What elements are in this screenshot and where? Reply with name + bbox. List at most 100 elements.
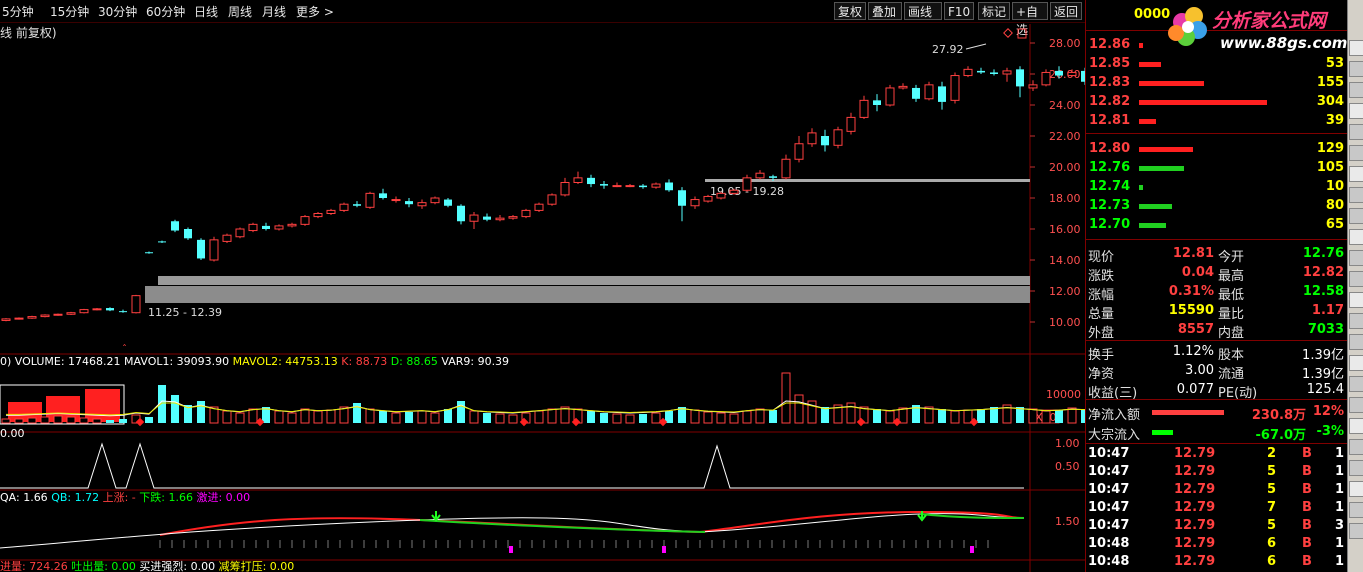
chart-tool-icon[interactable] (1349, 271, 1363, 287)
chart-tool-icon[interactable] (1349, 292, 1363, 308)
volume-bar (417, 410, 427, 424)
chart-tool-icon[interactable] (1349, 40, 1363, 56)
volume-bar (145, 417, 153, 423)
stat-value: 12.82 (1302, 265, 1344, 280)
volume-bar (119, 419, 127, 423)
candle (1016, 66, 1024, 98)
volume-bar (950, 410, 960, 424)
stat-label: 总量 (1088, 307, 1115, 322)
volume-bar (197, 401, 205, 423)
volume-bar (274, 410, 284, 424)
flow-value: 230.8万 (1251, 408, 1306, 423)
toolbar-button-5[interactable]: +自选 (1012, 2, 1048, 37)
timeframe-7[interactable]: 更多 > (296, 3, 334, 20)
bid-bar (1139, 166, 1184, 171)
chart-tool-icon[interactable] (1349, 397, 1363, 413)
toolbar-button-4[interactable]: 标记 (978, 2, 1010, 20)
stat-row: 涨跌 0.04 最高 12.82 (1086, 264, 1348, 284)
toolbar-button-1[interactable]: 叠加 (868, 2, 902, 20)
candle (1, 318, 11, 322)
signal-tick-label: 0.50 (1055, 460, 1080, 473)
bid-bar (1139, 223, 1166, 228)
chart-tool-icon[interactable] (1349, 502, 1363, 518)
volume-bar (769, 410, 777, 423)
chart-tool-icon[interactable] (1349, 355, 1363, 371)
timeframe-4[interactable]: 日线 (194, 3, 218, 20)
trade-volume: 5 (1266, 482, 1276, 497)
timeframe-5[interactable]: 周线 (228, 3, 252, 20)
bid-volume: 129 (1316, 141, 1344, 156)
toolbar-button-6[interactable]: 返回 (1050, 2, 1082, 20)
toolbar-button-2[interactable]: 画线 (904, 2, 942, 20)
volume-bar (587, 411, 595, 423)
bid-volume: 65 (1325, 217, 1344, 232)
chart-tool-icon[interactable] (1349, 481, 1363, 497)
toolbar-button-0[interactable]: 复权 (834, 2, 866, 20)
site-logo: 分析家公式网 www.88gs.com (1168, 7, 1347, 52)
trade-count: 1 (1334, 482, 1344, 497)
y-tick-label: 12.00 (1049, 285, 1081, 298)
candle (742, 174, 752, 192)
chart-tool-icon[interactable] (1349, 61, 1363, 77)
chart-tool-icon[interactable] (1349, 250, 1363, 266)
timeframe-6[interactable]: 月线 (262, 3, 286, 20)
volume-bar (79, 417, 89, 424)
chart-tool-icon[interactable] (1349, 229, 1363, 245)
trade-count: 1 (1334, 446, 1344, 461)
chart-tool-icon[interactable] (1349, 166, 1363, 182)
chart-tool-icon[interactable] (1349, 124, 1363, 140)
candle (326, 208, 336, 216)
chart-tool-icon[interactable] (1349, 439, 1363, 455)
tool-strip (1347, 0, 1363, 572)
timeframe-0[interactable]: 5分钟 (2, 3, 34, 20)
stat-label: 涨跌 (1088, 269, 1115, 284)
trade-row: 10:48 12.79 6 B 1 (1086, 535, 1348, 553)
chart-tool-icon[interactable] (1349, 208, 1363, 224)
main-chart[interactable]: 28.0026.0024.0022.0020.0018.0016.0014.00… (0, 24, 1088, 572)
chart-tool-icon[interactable] (1349, 460, 1363, 476)
flow-label: 净流入额 (1088, 408, 1141, 423)
qa-tick-label: 1.50 (1055, 515, 1080, 528)
volume-bar (938, 409, 946, 423)
candle (430, 196, 440, 205)
ask-volume: 155 (1316, 75, 1344, 90)
chart-tool-icon[interactable] (1349, 103, 1363, 119)
trade-row: 10:47 12.79 2 B 1 (1086, 445, 1348, 463)
chart-tool-icon[interactable] (1349, 376, 1363, 392)
timeframe-3[interactable]: 60分钟 (146, 3, 185, 20)
chart-tool-icon[interactable] (1349, 334, 1363, 350)
volume-bar (430, 412, 440, 424)
trade-side: B (1302, 464, 1312, 479)
trade-volume: 7 (1266, 500, 1276, 515)
candle (184, 227, 192, 240)
chart-tool-icon[interactable] (1349, 313, 1363, 329)
timeframe-2[interactable]: 30分钟 (98, 3, 137, 20)
trade-side: B (1302, 536, 1312, 551)
fund-label: 股本 (1218, 348, 1245, 363)
volume-bar (53, 415, 63, 424)
signal-line (0, 442, 1024, 489)
chart-tool-icon[interactable] (1349, 82, 1363, 98)
volume-bar (1067, 407, 1077, 424)
trade-time: 10:47 (1088, 446, 1130, 461)
bid-volume: 80 (1325, 198, 1344, 213)
bid-price: 12.74 (1089, 179, 1131, 194)
volume-bar (534, 410, 544, 424)
volume-bar (235, 412, 245, 424)
candle (27, 315, 37, 319)
trade-count: 1 (1334, 500, 1344, 515)
chart-tool-icon[interactable] (1349, 187, 1363, 203)
trade-price: 12.79 (1174, 500, 1216, 515)
timeframe-1[interactable]: 15分钟 (50, 3, 89, 20)
stat-value: 8557 (1177, 322, 1214, 337)
volume-bar (326, 409, 336, 424)
candle (391, 196, 401, 203)
candle (197, 238, 205, 260)
flow-percent: -3% (1316, 424, 1344, 439)
trade-row: 10:47 12.79 5 B 1 (1086, 463, 1348, 481)
toolbar-button-3[interactable]: F10 (944, 2, 974, 20)
chart-tool-icon[interactable] (1349, 145, 1363, 161)
chart-tool-icon[interactable] (1349, 418, 1363, 434)
chart-tool-icon[interactable] (1349, 523, 1363, 539)
volume-bar (405, 412, 413, 423)
